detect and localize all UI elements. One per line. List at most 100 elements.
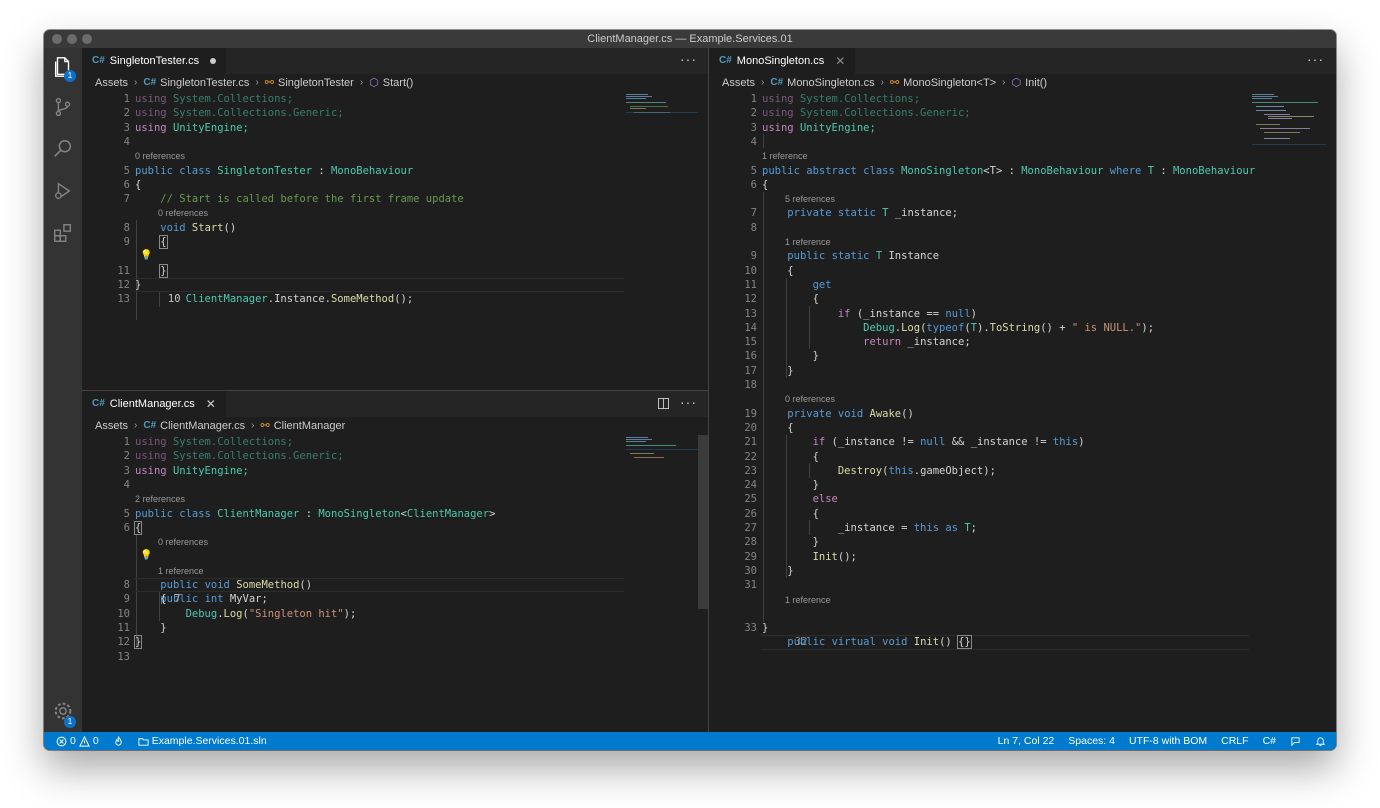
- code-line: _instance = this as T;: [837, 522, 977, 534]
- problems-indicator[interactable]: 0 0: [56, 732, 99, 750]
- code-line: using UnityEngine;: [135, 464, 249, 477]
- code-line: using System.Collections.Generic;: [762, 107, 971, 120]
- code-line: }: [135, 278, 142, 291]
- breadcrumb-item[interactable]: Start(): [383, 74, 414, 92]
- code-line: }: [787, 564, 794, 577]
- encoding-selector[interactable]: UTF-8 with BOM: [1129, 732, 1207, 750]
- extensions-button[interactable]: [44, 214, 82, 252]
- unsaved-dot-icon[interactable]: [210, 58, 217, 64]
- codelens-references[interactable]: 0 references: [158, 535, 208, 549]
- folder-icon: [138, 737, 149, 746]
- codelens-references[interactable]: 1 reference: [762, 149, 808, 163]
- more-actions-button[interactable]: ···: [1307, 48, 1324, 74]
- breadcrumb-item[interactable]: MonoSingleton<T>: [903, 74, 996, 92]
- vscode-window: ClientManager.cs — Example.Services.01 1…: [44, 30, 1336, 750]
- title-bar: ClientManager.cs — Example.Services.01: [44, 30, 1336, 48]
- minimize-window-button[interactable]: [67, 34, 77, 44]
- settings-badge: 1: [64, 716, 76, 728]
- chevron-right-icon: ›: [761, 77, 765, 88]
- code-editor[interactable]: 1 using System.Collections; 2 using System…: [82, 435, 708, 732]
- code-line: if (_instance == null): [837, 307, 977, 320]
- minimap[interactable]: [626, 92, 698, 152]
- codelens-references[interactable]: 0 references: [785, 392, 835, 406]
- solution-name: Example.Services.01.sln: [151, 735, 267, 747]
- breadcrumb-item[interactable]: ClientManager: [274, 417, 346, 435]
- code-line: get: [812, 278, 832, 291]
- breadcrumb-item[interactable]: SingletonTester: [278, 74, 354, 92]
- split-editor-icon[interactable]: [658, 398, 669, 409]
- tab-singleton-tester[interactable]: C# SingletonTester.cs: [82, 48, 227, 74]
- codelens-references[interactable]: 5 references: [785, 192, 835, 206]
- codelens-references[interactable]: 0 references: [158, 206, 208, 220]
- code-editor[interactable]: 1 using System.Collections; 2 using System…: [82, 92, 708, 390]
- eol-selector[interactable]: CRLF: [1221, 732, 1248, 750]
- settings-button[interactable]: 1: [44, 692, 82, 730]
- close-window-button[interactable]: [52, 34, 62, 44]
- codelens-references[interactable]: 1 reference: [158, 564, 204, 578]
- code-editor[interactable]: 1 using System.Collections; 2 using System…: [709, 92, 1336, 732]
- flame-button[interactable]: [113, 735, 124, 747]
- breadcrumb-item[interactable]: SingletonTester.cs: [160, 74, 249, 92]
- error-count: 0: [70, 735, 76, 747]
- code-line: using System.Collections;: [762, 93, 921, 105]
- breadcrumb: Assets › C# SingletonTester.cs › ⚯ Singl…: [82, 74, 708, 92]
- lightbulb-icon[interactable]: 💡: [140, 549, 152, 563]
- editor-pane-singleton-tester: C# SingletonTester.cs ··· Assets › C# Si…: [82, 48, 708, 390]
- minimap[interactable]: [1252, 92, 1326, 152]
- code-line: {: [135, 178, 142, 191]
- breadcrumb: Assets › C# ClientManager.cs › ⚯ ClientM…: [82, 417, 708, 435]
- tab-bar: C# MonoSingleton.cs ✕ ···: [709, 48, 1336, 74]
- code-line: using UnityEngine;: [135, 121, 249, 134]
- close-tab-icon[interactable]: ✕: [835, 48, 845, 74]
- explorer-badge: 1: [64, 70, 76, 82]
- csharp-file-icon: C#: [143, 420, 157, 431]
- warning-icon: [78, 735, 90, 747]
- bell-icon: [1315, 736, 1326, 746]
- tab-label: ClientManager.cs: [109, 398, 195, 410]
- method-icon: ⬡: [369, 77, 379, 89]
- codelens-references[interactable]: 1 reference: [785, 593, 831, 607]
- indentation-selector[interactable]: Spaces: 4: [1068, 732, 1115, 750]
- notifications-button[interactable]: [1315, 736, 1326, 747]
- activity-bar: 1 1: [44, 48, 82, 732]
- explorer-button[interactable]: 1: [44, 48, 82, 86]
- tab-client-manager[interactable]: C# ClientManager.cs ✕: [82, 391, 226, 417]
- code-line: {: [159, 235, 168, 249]
- close-tab-icon[interactable]: ✕: [206, 391, 216, 417]
- more-actions-button[interactable]: ···: [680, 48, 697, 74]
- codelens-references[interactable]: 1 reference: [785, 235, 831, 249]
- source-control-button[interactable]: [44, 88, 82, 126]
- flame-icon: [114, 735, 122, 746]
- zoom-window-button[interactable]: [82, 34, 92, 44]
- vertical-scrollbar[interactable]: [698, 435, 708, 609]
- breadcrumb-item[interactable]: Assets: [95, 417, 128, 435]
- code-line: }: [812, 479, 819, 492]
- breadcrumb-item[interactable]: MonoSingleton.cs: [787, 74, 874, 92]
- code-line: {: [787, 264, 794, 277]
- code-line: // Start is called before the first fram…: [160, 193, 464, 206]
- window-title: ClientManager.cs — Example.Services.01: [587, 33, 793, 45]
- feedback-icon: [1291, 736, 1300, 746]
- cursor-position[interactable]: Ln 7, Col 22: [998, 732, 1055, 750]
- chevron-right-icon: ›: [251, 420, 255, 431]
- breadcrumb-item[interactable]: ClientManager.cs: [160, 417, 245, 435]
- more-actions-button[interactable]: ···: [680, 391, 697, 417]
- search-button[interactable]: [44, 130, 82, 168]
- minimap[interactable]: [626, 435, 698, 495]
- code-line: public class ClientManager : MonoSinglet…: [135, 507, 496, 520]
- chevron-right-icon: ›: [134, 420, 138, 431]
- breadcrumb-item[interactable]: Assets: [95, 74, 128, 92]
- language-mode-selector[interactable]: C#: [1263, 732, 1276, 750]
- solution-selector[interactable]: Example.Services.01.sln: [138, 732, 267, 750]
- breadcrumb-item[interactable]: Assets: [722, 74, 755, 92]
- code-line: else: [812, 493, 838, 506]
- codelens-references[interactable]: 2 references: [135, 492, 185, 506]
- warning-count: 0: [92, 735, 99, 747]
- lightbulb-icon[interactable]: 💡: [140, 249, 152, 263]
- codelens-references[interactable]: 0 references: [135, 149, 185, 163]
- breadcrumb-item[interactable]: Init(): [1025, 74, 1047, 92]
- feedback-button[interactable]: [1290, 736, 1301, 747]
- tab-mono-singleton[interactable]: C# MonoSingleton.cs ✕: [709, 48, 856, 74]
- run-debug-button[interactable]: [44, 172, 82, 210]
- tab-label: SingletonTester.cs: [109, 55, 200, 67]
